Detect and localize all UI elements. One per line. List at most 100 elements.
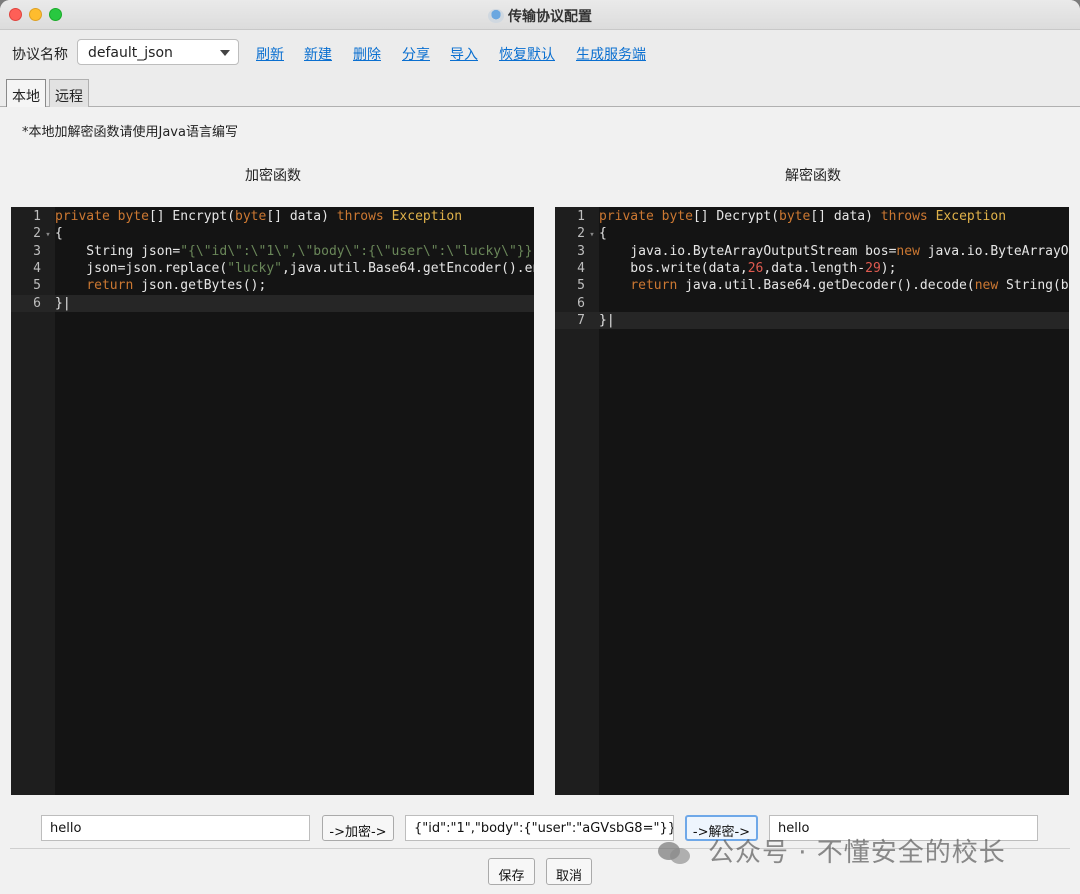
watermark-text: 公众号 · 不懂安全的校长	[708, 838, 1006, 868]
code-line: 1 private byte[] Encrypt(byte[] data) th…	[11, 208, 534, 225]
decrypt-code-editor[interactable]: 1 private byte[] Decrypt(byte[] data) th…	[555, 207, 1069, 795]
chevron-down-icon	[220, 50, 230, 56]
code-token: byte	[235, 209, 267, 224]
code-text: json=json.replace("lucky",java.util.Base…	[55, 261, 534, 276]
delete-link[interactable]: 删除	[353, 44, 381, 64]
new-link[interactable]: 新建	[304, 44, 332, 64]
java-note: *本地加解密函数请使用Java语言编写	[22, 125, 238, 140]
code-line: 3 String json="{\"id\":\"1\",\"body\":{\…	[11, 243, 534, 260]
code-token: private	[55, 209, 118, 224]
generate-server-link[interactable]: 生成服务端	[576, 44, 646, 64]
refresh-link[interactable]: 刷新	[256, 44, 284, 64]
code-token: json=json.replace(	[55, 260, 228, 276]
code-text: }|	[55, 296, 71, 311]
code-token: byte	[661, 209, 693, 224]
code-text: private byte[] Encrypt(byte[] data) thro…	[55, 209, 462, 224]
line-number: 4	[577, 260, 585, 276]
code-token: "lucky"	[227, 260, 282, 276]
ciphertext-field[interactable]: {"id":"1","body":{"user":"aGVsbG8="}}	[405, 815, 674, 841]
line-number: 4	[33, 260, 41, 276]
code-token: throws	[336, 209, 392, 224]
code-text: return java.util.Base64.getDecoder().dec…	[599, 278, 1069, 293]
code-token: "{\"id\":\"1\",\"body\":{\"user\":\"luck…	[180, 243, 534, 259]
code-token: java.util.Base64.getDecoder().decode(	[685, 278, 975, 294]
code-line: 1 private byte[] Decrypt(byte[] data) th…	[555, 208, 1069, 225]
line-number: 5	[577, 278, 585, 294]
code-token: ,data.length-	[763, 260, 866, 276]
code-token: [] data)	[810, 209, 881, 224]
code-token: Exception	[935, 209, 1007, 224]
code-line: 4 json=json.replace("lucky",java.util.Ba…	[11, 260, 534, 277]
window-title: 传输协议配置	[0, 6, 1080, 26]
line-number: 6	[33, 295, 41, 311]
code-line: 2 ▾{	[555, 225, 1069, 242]
code-token: }	[55, 295, 63, 311]
encrypt-button[interactable]: ->加密->	[322, 815, 394, 841]
code-token: java.io.ByteArrayOutputStream();	[927, 243, 1069, 259]
text-caret: |	[606, 312, 615, 328]
encrypt-code-editor[interactable]: 1 private byte[] Encrypt(byte[] data) th…	[11, 207, 534, 795]
code-token: byte	[117, 209, 149, 224]
code-token: bos.write(data,	[599, 260, 748, 276]
window-title-text: 传输协议配置	[508, 9, 592, 25]
import-link[interactable]: 导入	[450, 44, 478, 64]
line-number: 6	[577, 295, 585, 311]
encrypt-caption: 加密函数	[245, 168, 301, 184]
protocol-name-label: 协议名称	[12, 47, 68, 63]
text-caret: |	[62, 295, 71, 311]
plaintext-input[interactable]: hello	[41, 815, 310, 841]
share-link[interactable]: 分享	[402, 44, 430, 64]
code-token: {	[599, 226, 607, 242]
code-token: String(bos.toByteArray()));	[1006, 278, 1069, 294]
tab-remote[interactable]: 远程	[49, 79, 89, 107]
code-token: ,java.util.Base64.getEncoder().encodeToS…	[281, 260, 534, 276]
code-token: json.getBytes();	[141, 278, 267, 294]
code-line: 4 bos.write(data,26,data.length-29);	[555, 260, 1069, 277]
code-token: new	[974, 278, 1007, 294]
local-panel: *本地加解密函数请使用Java语言编写 加密函数 解密函数 1 private …	[0, 107, 1080, 894]
line-number: 2	[577, 226, 585, 242]
code-line: 5 return json.getBytes();	[11, 277, 534, 294]
line-number: 1	[577, 209, 585, 224]
protocol-select[interactable]: default_json	[77, 39, 239, 65]
code-token: new	[896, 243, 928, 259]
code-token: }	[599, 312, 607, 328]
wechat-icon	[658, 840, 694, 866]
protocol-select-value: default_json	[88, 45, 173, 61]
line-number: 3	[577, 243, 585, 259]
code-token: [] Encrypt(	[148, 209, 236, 224]
cancel-button[interactable]: 取消	[546, 858, 592, 885]
app-window: 传输协议配置 协议名称 default_json 刷新 新建 删除 分享 导入 …	[0, 0, 1080, 894]
code-line: 6 }|	[11, 294, 534, 314]
restore-default-link[interactable]: 恢复默认	[499, 44, 555, 64]
code-line: 2 ▾{	[11, 225, 534, 242]
code-text: bos.write(data,26,data.length-29);	[599, 261, 896, 276]
code-token: throws	[880, 209, 936, 224]
code-line: 5 return java.util.Base64.getDecoder().d…	[555, 277, 1069, 294]
code-token: 26	[747, 260, 764, 276]
code-text: java.io.ByteArrayOutputStream bos=new ja…	[599, 244, 1069, 259]
tab-local[interactable]: 本地	[6, 79, 46, 107]
line-number: 1	[33, 209, 41, 224]
title-bar: 传输协议配置	[0, 0, 1080, 30]
save-button[interactable]: 保存	[488, 858, 535, 885]
line-number: 3	[33, 243, 41, 259]
code-token: [] data)	[266, 209, 337, 224]
line-number: 5	[33, 278, 41, 294]
line-number: 7	[577, 312, 585, 328]
code-text: String json="{\"id\":\"1\",\"body\":{\"u…	[55, 244, 534, 259]
code-text: private byte[] Decrypt(byte[] data) thro…	[599, 209, 1006, 224]
code-token: return	[86, 278, 142, 294]
code-text: }|	[599, 313, 615, 328]
code-token: java.io.ByteArrayOutputStream bos=	[599, 243, 897, 259]
code-line: 3 java.io.ByteArrayOutputStream bos=new …	[555, 243, 1069, 260]
code-token: [] Decrypt(	[692, 209, 780, 224]
code-line: 7 }|	[555, 311, 1069, 331]
code-token: byte	[779, 209, 811, 224]
toolbar: 协议名称 default_json 刷新 新建 删除 分享 导入 恢复默认 生成…	[0, 30, 1080, 76]
app-icon	[488, 9, 504, 23]
